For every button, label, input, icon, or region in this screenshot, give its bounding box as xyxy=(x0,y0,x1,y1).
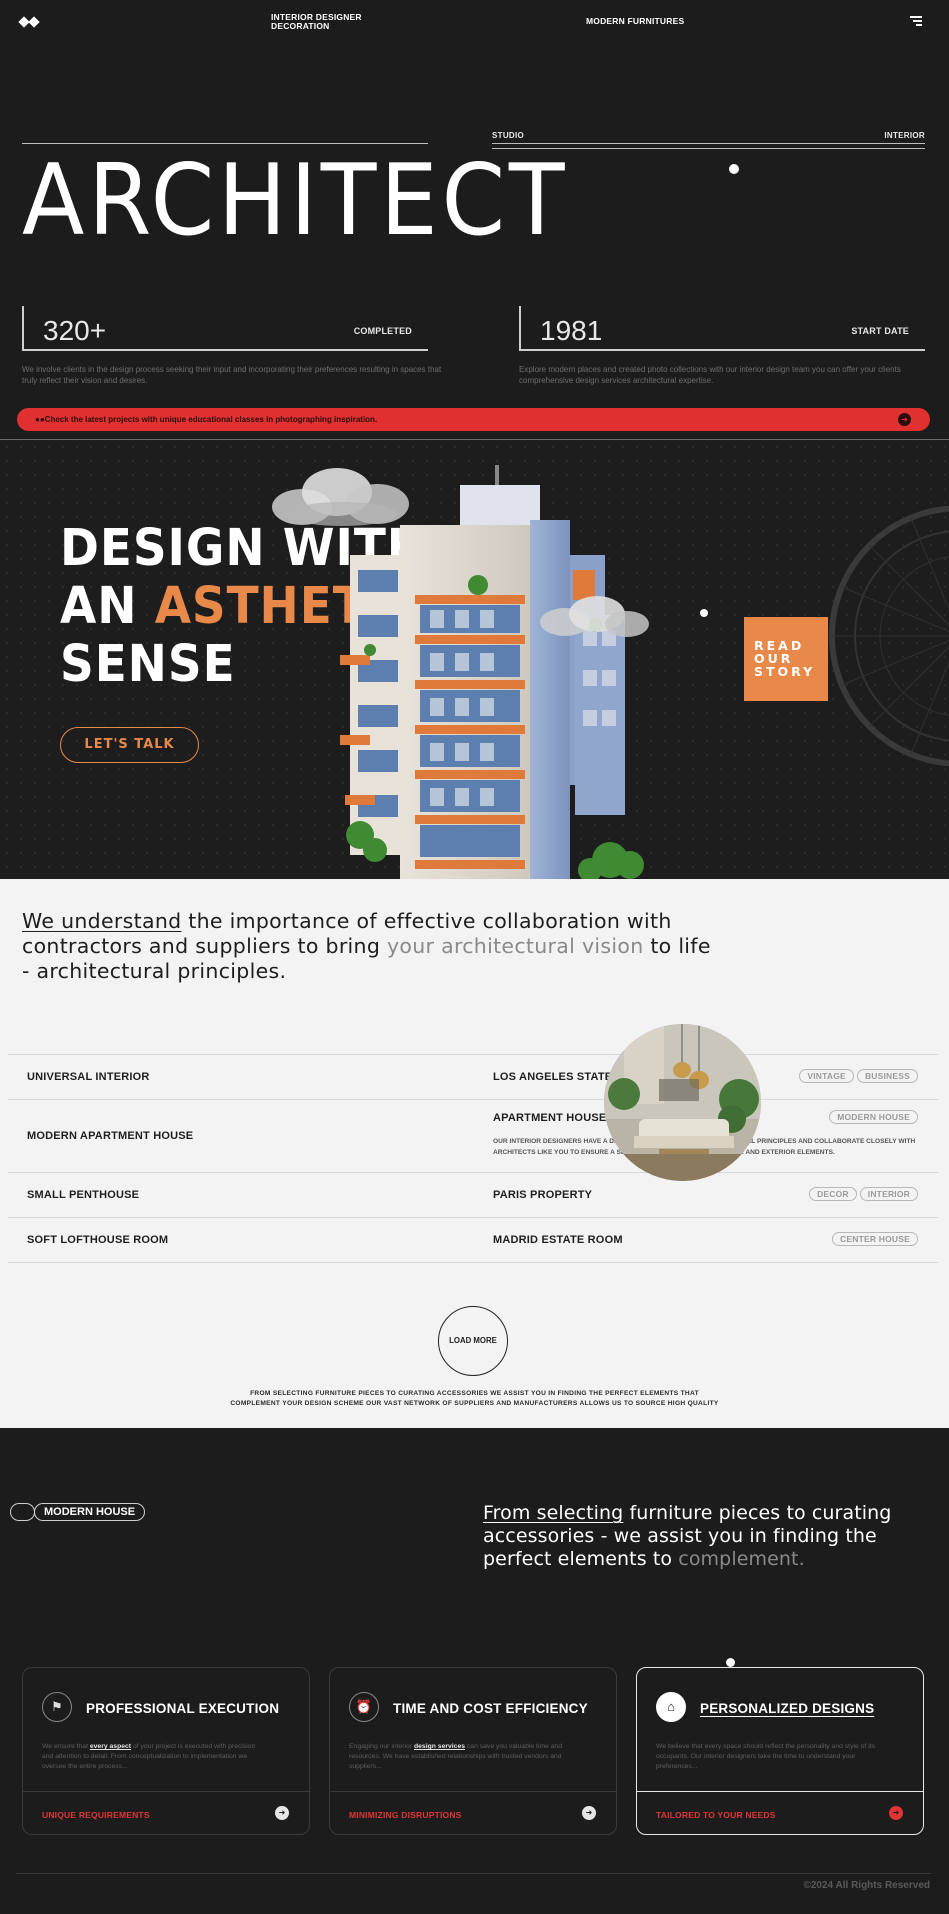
hero-title: ARCHITECT xyxy=(22,144,569,258)
design-section: DESIGN WITH AN ASTHETIC SENSE LET'S TALK… xyxy=(0,440,949,879)
card-title: TIME AND COST EFFICIENCY xyxy=(393,1701,588,1716)
collaboration-caption: FROM SELECTING FURNITURE PIECES TO CURAT… xyxy=(150,1389,799,1409)
stat-number: 320+ xyxy=(43,315,107,346)
project-row[interactable]: SOFT LOFTHOUSE ROOM MADRID ESTATE ROOM C… xyxy=(8,1218,938,1263)
stat-label: COMPLETED xyxy=(353,326,412,336)
stat-box-start-date: 1981 START DATE xyxy=(519,306,925,351)
card-link[interactable]: MINIMIZING DISRUPTIONS xyxy=(349,1810,462,1820)
label-studio: STUDIO xyxy=(492,131,525,140)
cloud-icon xyxy=(272,468,409,526)
quote-muted: your architectural vision xyxy=(386,934,644,958)
card-text: Engaging our interior design services ca… xyxy=(349,1742,574,1772)
tag[interactable]: CENTER HOUSE xyxy=(832,1232,918,1246)
tag[interactable]: MODERN HOUSE xyxy=(829,1110,918,1124)
headline-line2a: AN xyxy=(60,577,155,636)
project-tags: DECOR INTERIOR xyxy=(809,1187,918,1201)
stat-box-completed: 320+ COMPLETED xyxy=(22,306,428,351)
project-row[interactable]: SMALL PENTHOUSE PARIS PROPERTY DECOR INT… xyxy=(8,1173,938,1218)
services-quote-muted: complement. xyxy=(678,1548,805,1570)
card-text-link[interactable]: every aspect xyxy=(90,1743,131,1750)
caption-line1: FROM SELECTING FURNITURE PIECES TO CURAT… xyxy=(250,1390,699,1397)
tag[interactable]: BUSINESS xyxy=(856,1069,918,1083)
project-name: MODERN APARTMENT HOUSE xyxy=(27,1130,194,1142)
tag[interactable]: VINTAGE xyxy=(799,1069,854,1083)
interior-preview-image xyxy=(604,1024,761,1181)
services-quote: From selecting furniture pieces to curat… xyxy=(483,1502,923,1571)
arrow-right-icon[interactable]: ➜ xyxy=(898,413,911,426)
stat-number: 1981 xyxy=(540,315,603,346)
copyright: ©2024 All Rights Reserved xyxy=(803,1880,931,1891)
card-title: PERSONALIZED DESIGNS xyxy=(700,1701,875,1716)
card-divider xyxy=(330,1791,616,1792)
project-name: UNIVERSAL INTERIOR xyxy=(27,1071,150,1083)
decorative-dot xyxy=(729,164,739,174)
card-text-a: We believe that every space should refle… xyxy=(656,1743,876,1770)
nav-brand[interactable]: INTERIOR DESIGNER DECORATION xyxy=(271,13,362,31)
card-text-a: Engaging our interior xyxy=(349,1743,414,1750)
decorative-dot xyxy=(700,609,708,617)
announcement-banner[interactable]: ●●Check the latest projects with unique … xyxy=(17,408,930,431)
arrow-right-icon[interactable]: ➜ xyxy=(582,1806,596,1820)
home-icon: ⌂ xyxy=(656,1692,686,1722)
collaboration-quote: We understand the importance of effectiv… xyxy=(22,909,722,984)
project-location: MADRID ESTATE ROOM xyxy=(493,1234,623,1246)
services-quote-underlined: From selecting xyxy=(483,1502,624,1524)
card-divider xyxy=(637,1791,923,1792)
project-row-expanded[interactable]: MODERN APARTMENT HOUSE APARTMENT HOUSE -… xyxy=(8,1100,938,1173)
arrow-right-icon[interactable]: ➜ xyxy=(275,1806,289,1820)
card-divider xyxy=(23,1791,309,1792)
card-text-link[interactable]: design services xyxy=(414,1743,465,1750)
tag[interactable]: INTERIOR xyxy=(859,1187,918,1201)
card-text-a: We ensure that xyxy=(42,1743,90,1750)
footer-divider xyxy=(16,1873,931,1874)
service-card-professional-execution[interactable]: ⚑ PROFESSIONAL EXECUTION We ensure that … xyxy=(22,1667,310,1835)
project-list: UNIVERSAL INTERIOR LOS ANGELES STATE VIN… xyxy=(8,1054,938,1268)
load-more-button[interactable]: LOAD MORE xyxy=(438,1306,508,1376)
card-link[interactable]: UNIQUE REQUIREMENTS xyxy=(42,1810,150,1820)
service-card-personalized-designs[interactable]: ⌂ PERSONALIZED DESIGNS We believe that e… xyxy=(636,1667,924,1835)
menu-icon[interactable] xyxy=(910,16,922,26)
cloud-icon xyxy=(540,596,649,637)
lets-talk-button[interactable]: LET'S TALK xyxy=(60,727,199,763)
diamond-logo-icon[interactable] xyxy=(18,16,40,28)
nav-link-modern-furnitures[interactable]: MODERN FURNITURES xyxy=(586,16,684,26)
project-tags: MODERN HOUSE xyxy=(829,1110,918,1124)
project-row[interactable]: UNIVERSAL INTERIOR LOS ANGELES STATE VIN… xyxy=(8,1055,938,1100)
project-tags: VINTAGE BUSINESS xyxy=(799,1069,918,1083)
project-tags: CENTER HOUSE xyxy=(832,1232,918,1246)
arrow-right-icon[interactable]: ➜ xyxy=(889,1806,903,1820)
service-card-time-cost[interactable]: ⏰ TIME AND COST EFFICIENCY Engaging our … xyxy=(329,1667,617,1835)
decorative-dot xyxy=(726,1658,735,1667)
bookmark-icon: ⚑ xyxy=(42,1692,72,1722)
label-interior: INTERIOR xyxy=(884,131,925,140)
quote-underlined: We understand xyxy=(22,909,182,933)
project-name: SOFT LOFTHOUSE ROOM xyxy=(27,1234,169,1246)
card-text: We ensure that every aspect of your proj… xyxy=(42,1742,267,1772)
banner-text: ●●Check the latest projects with unique … xyxy=(35,415,378,424)
toggle-pill[interactable] xyxy=(10,1503,35,1521)
modern-house-pill[interactable]: MODERN HOUSE xyxy=(34,1503,146,1521)
card-link[interactable]: TAILORED TO YOUR NEEDS xyxy=(656,1810,776,1820)
nav-brand-line2: DECORATION xyxy=(271,21,330,31)
card-title: PROFESSIONAL EXECUTION xyxy=(86,1701,280,1716)
stat-label: START DATE xyxy=(851,326,909,336)
project-name: SMALL PENTHOUSE xyxy=(27,1189,140,1201)
read-our-story-button[interactable]: READ OUR STORY xyxy=(744,617,828,701)
tag[interactable]: DECOR xyxy=(809,1187,857,1201)
stat-description: Explore modern places and created photo … xyxy=(519,365,901,385)
project-location: PARIS PROPERTY xyxy=(493,1189,593,1201)
caption-line2: COMPLEMENT YOUR DESIGN SCHEME OUR VAST N… xyxy=(230,1400,719,1407)
stat-description: We involve clients in the design process… xyxy=(22,365,442,385)
project-location: LOS ANGELES STATE xyxy=(493,1071,613,1083)
story-line3: STORY xyxy=(754,664,816,679)
alarm-clock-icon: ⏰ xyxy=(349,1692,379,1722)
card-text: We believe that every space should refle… xyxy=(656,1742,881,1772)
